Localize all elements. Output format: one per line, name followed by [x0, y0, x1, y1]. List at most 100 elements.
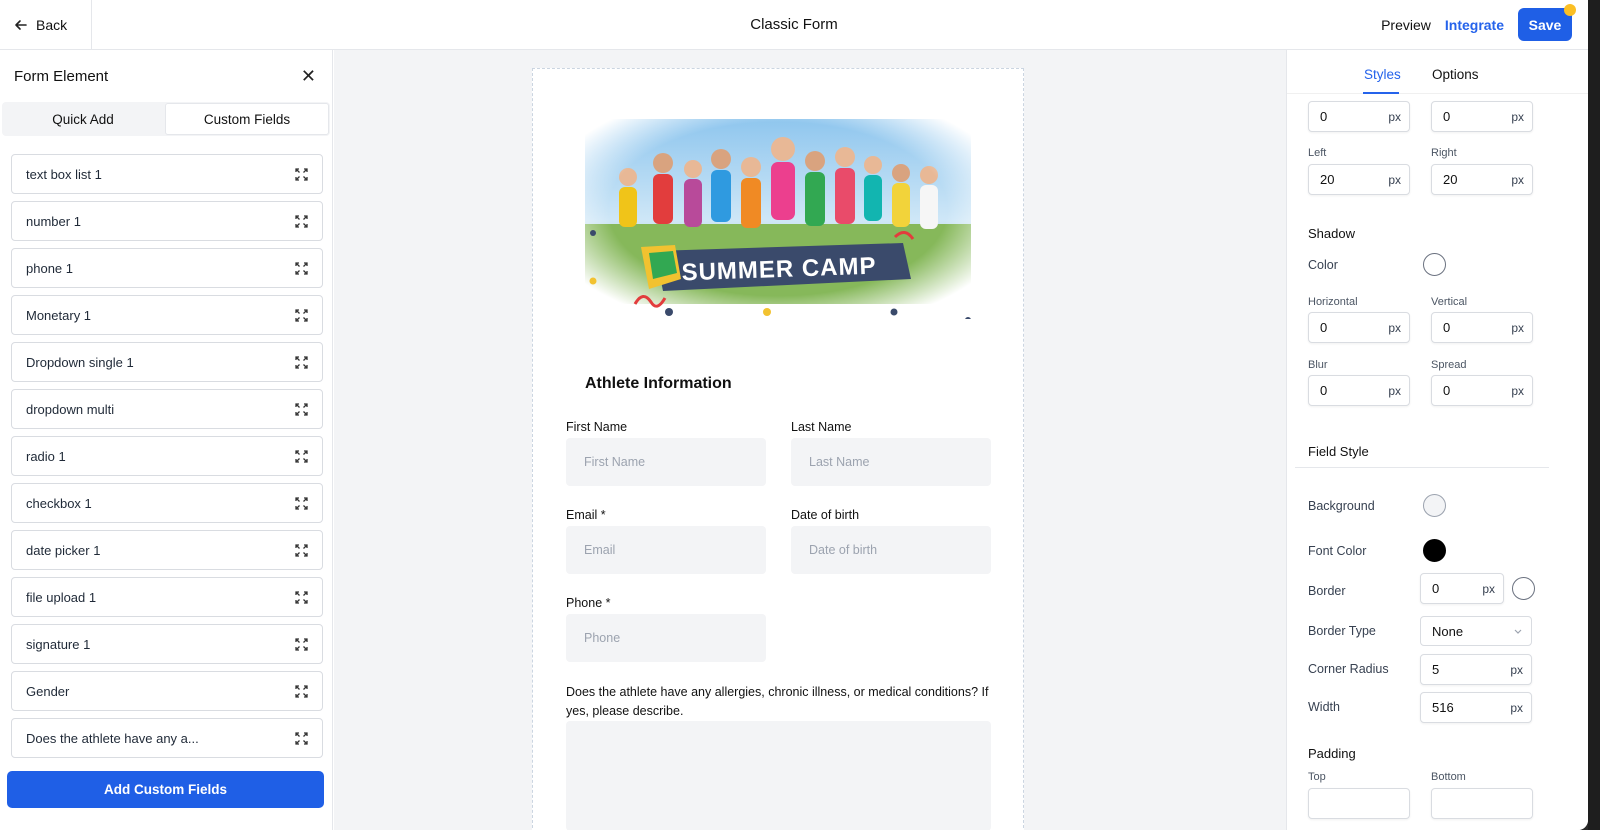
font-color-swatch[interactable] [1423, 539, 1446, 562]
margin-right-input[interactable]: 20 px [1431, 164, 1533, 195]
back-label: Back [36, 17, 68, 33]
custom-field-item[interactable]: radio 1 [11, 436, 323, 476]
custom-field-item[interactable]: number 1 [11, 201, 323, 241]
add-custom-fields-button[interactable]: Add Custom Fields [7, 771, 324, 808]
phone-field[interactable]: Phone [566, 614, 766, 662]
border-type-select[interactable]: None [1420, 616, 1532, 646]
expand-icon[interactable] [295, 167, 308, 181]
custom-field-label: radio 1 [26, 448, 66, 464]
dob-label: Date of birth [791, 508, 860, 522]
integrate-link[interactable]: Integrate [1445, 17, 1504, 33]
vertical-label: Vertical [1431, 296, 1468, 308]
tab-styles[interactable]: Styles [1364, 67, 1401, 82]
top-actions: Preview Integrate Save [1381, 4, 1576, 41]
shadow-horizontal-input[interactable]: 0 px [1308, 312, 1410, 343]
custom-field-item[interactable]: dropdown multi [11, 389, 323, 429]
shadow-color-label: Color [1308, 258, 1338, 272]
summer-camp-banner[interactable]: SUMMER CAMP [583, 119, 973, 319]
expand-icon[interactable] [295, 402, 308, 416]
medical-question-textarea[interactable] [566, 721, 991, 830]
background-label: Background [1308, 499, 1375, 513]
border-label: Border [1308, 584, 1346, 598]
width-label: Width [1308, 700, 1340, 714]
expand-icon[interactable] [295, 449, 308, 463]
save-button[interactable]: Save [1518, 4, 1576, 41]
first-name-field[interactable]: First Name [566, 438, 766, 486]
preview-link[interactable]: Preview [1381, 17, 1431, 33]
custom-field-label: signature 1 [26, 636, 91, 652]
panel-title: Form Element [14, 67, 109, 85]
custom-field-item[interactable]: Monetary 1 [11, 295, 323, 335]
active-tab-indicator [1363, 92, 1399, 94]
border-type-value: None [1432, 623, 1464, 639]
page-title: Classic Form [750, 16, 838, 33]
top-bar: Back Classic Form Preview Integrate Save [0, 0, 1588, 50]
expand-icon[interactable] [295, 214, 308, 228]
expand-icon[interactable] [295, 684, 308, 698]
section-divider [1295, 467, 1549, 468]
expand-icon[interactable] [295, 543, 308, 557]
margin-left-input[interactable]: 20 px [1308, 164, 1410, 195]
left-label: Left [1308, 147, 1327, 159]
field-style-section-title: Field Style [1308, 444, 1369, 459]
custom-field-item[interactable]: signature 1 [11, 624, 323, 664]
custom-field-item[interactable]: text box list 1 [11, 154, 323, 194]
expand-icon[interactable] [295, 308, 308, 322]
border-type-label: Border Type [1308, 624, 1376, 638]
arrow-left-icon [15, 20, 27, 30]
expand-icon[interactable] [295, 637, 308, 651]
border-color-swatch[interactable] [1512, 577, 1535, 600]
expand-icon[interactable] [295, 496, 308, 510]
right-label: Right [1431, 147, 1457, 159]
padding-bottom-input[interactable] [1431, 788, 1533, 819]
width-input[interactable]: 516 px [1420, 692, 1532, 723]
notification-dot [1564, 4, 1576, 16]
email-field[interactable]: Email [566, 526, 766, 574]
custom-field-label: Gender [26, 683, 70, 699]
custom-field-item[interactable]: checkbox 1 [11, 483, 323, 523]
form-preview: SUMMER CAMP Athlete Information First Na… [532, 68, 1024, 830]
tab-custom-fields[interactable]: Custom Fields [165, 103, 329, 135]
custom-field-item[interactable]: Does the athlete have any a... [11, 718, 323, 758]
padding-top-input[interactable] [1308, 788, 1410, 819]
chevron-down-icon [1514, 629, 1522, 634]
custom-field-item[interactable]: file upload 1 [11, 577, 323, 617]
custom-field-item[interactable]: phone 1 [11, 248, 323, 288]
form-canvas: SUMMER CAMP Athlete Information First Na… [334, 50, 1286, 830]
blur-label: Blur [1308, 359, 1328, 371]
form-element-panel: Form Element ✕ Quick Add Custom Fields t… [0, 50, 333, 830]
shadow-spread-input[interactable]: 0 px [1431, 375, 1533, 406]
margin-top-input[interactable]: 0 px [1308, 101, 1410, 132]
border-width-input[interactable]: 0 px [1420, 573, 1504, 604]
custom-field-item[interactable]: Dropdown single 1 [11, 342, 323, 382]
expand-icon[interactable] [295, 590, 308, 604]
shadow-vertical-input[interactable]: 0 px [1431, 312, 1533, 343]
phone-label: Phone * [566, 596, 611, 610]
dob-field[interactable]: Date of birth [791, 526, 991, 574]
expand-icon[interactable] [295, 261, 308, 275]
custom-field-item[interactable]: Gender [11, 671, 323, 711]
shadow-color-swatch[interactable] [1423, 253, 1446, 276]
custom-field-label: checkbox 1 [26, 495, 92, 511]
style-tabs: Styles Options [1287, 50, 1588, 94]
custom-field-item[interactable]: date picker 1 [11, 530, 323, 570]
close-icon[interactable]: ✕ [301, 67, 316, 85]
custom-field-label: number 1 [26, 213, 81, 229]
padding-bottom-label: Bottom [1431, 771, 1466, 783]
last-name-field[interactable]: Last Name [791, 438, 991, 486]
corner-radius-input[interactable]: 5 px [1420, 654, 1532, 685]
tab-options[interactable]: Options [1432, 67, 1479, 82]
custom-field-label: Dropdown single 1 [26, 354, 134, 370]
back-button[interactable]: Back [0, 0, 92, 50]
custom-field-label: phone 1 [26, 260, 73, 276]
margin-bottom-input[interactable]: 0 px [1431, 101, 1533, 132]
font-color-label: Font Color [1308, 544, 1367, 558]
email-label: Email * [566, 508, 606, 522]
expand-icon[interactable] [295, 731, 308, 745]
first-name-label: First Name [566, 420, 628, 434]
tab-quick-add[interactable]: Quick Add [2, 102, 164, 136]
expand-icon[interactable] [295, 355, 308, 369]
shadow-blur-input[interactable]: 0 px [1308, 375, 1410, 406]
background-color-swatch[interactable] [1423, 494, 1446, 517]
shadow-section-title: Shadow [1308, 226, 1355, 241]
